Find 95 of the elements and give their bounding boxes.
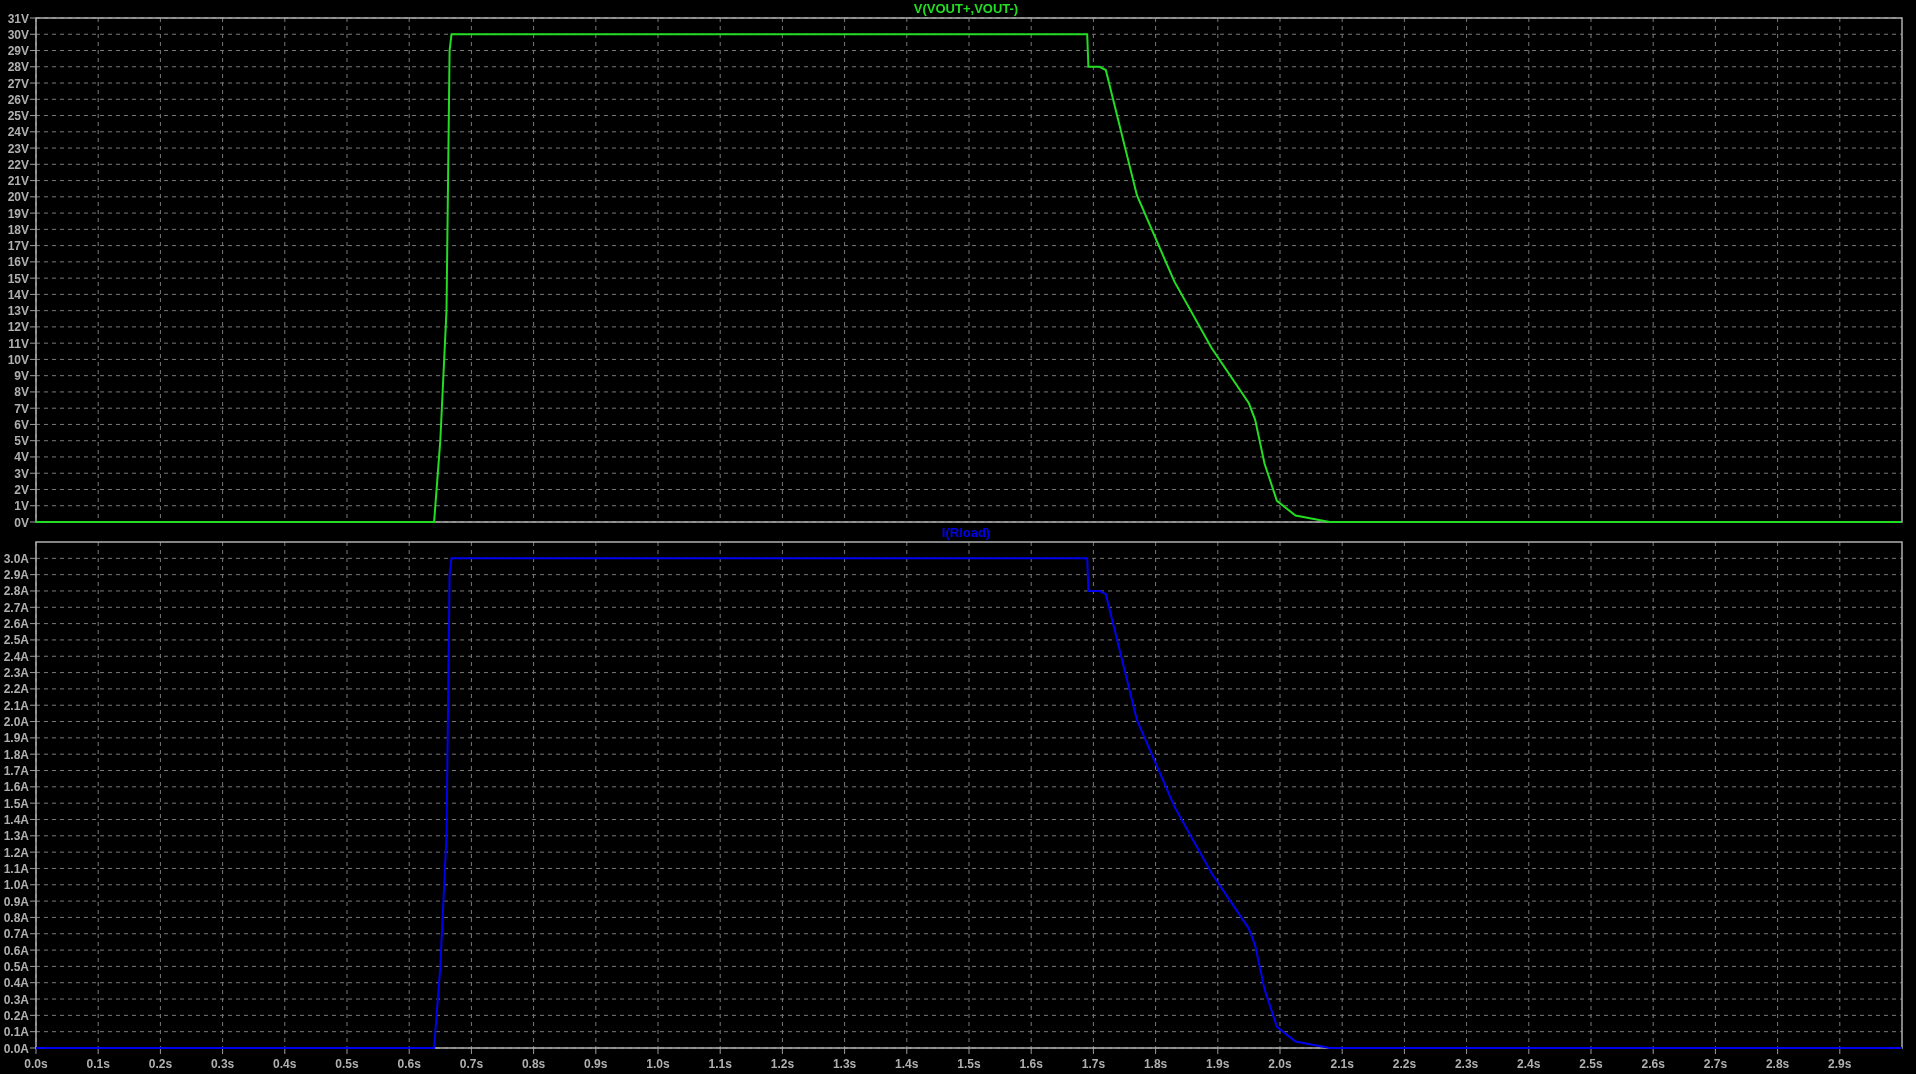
- x-axis-label: 2.1s: [1330, 1057, 1354, 1071]
- x-axis-label: 0.3s: [210, 1057, 235, 1071]
- y-axis-label: 0.6A: [3, 943, 29, 958]
- y-axis-label: 0.2A: [3, 1008, 29, 1023]
- x-axis-label: 1.9s: [1206, 1057, 1230, 1071]
- y-axis-label: 2.5A: [3, 633, 29, 648]
- y-axis-label: 27V: [7, 76, 29, 91]
- y-axis-label: 0V: [14, 515, 29, 530]
- x-axis-label: 2.7s: [1703, 1057, 1728, 1071]
- x-axis-label: 2.3s: [1454, 1057, 1479, 1071]
- y-axis-label: 23V: [7, 141, 29, 156]
- y-axis-label: 1.1A: [3, 861, 29, 876]
- x-axis-label: 1.6s: [1019, 1057, 1043, 1071]
- y-axis-label: 21V: [7, 174, 29, 189]
- y-axis-label: 1.5A: [3, 796, 29, 811]
- x-axis-label: 0.8s: [521, 1057, 546, 1071]
- y-axis-label: 0.9A: [3, 894, 29, 909]
- y-axis-label: 0.0A: [3, 1041, 29, 1056]
- y-axis-label: 29V: [7, 44, 29, 58]
- x-axis-label: 0.6s: [397, 1057, 421, 1071]
- y-axis-label: 2.9A: [3, 568, 29, 583]
- y-axis-label: 0.7A: [3, 927, 29, 942]
- x-axis-label: 1.3s: [832, 1057, 857, 1071]
- y-axis-label: 2V: [14, 483, 29, 497]
- x-axis-label: 1.4s: [895, 1057, 919, 1071]
- y-axis-label: 2.8A: [3, 584, 29, 599]
- y-axis-label: 0.8A: [3, 910, 29, 925]
- y-axis-label: 14V: [7, 287, 29, 302]
- y-axis-label: 1.7A: [3, 764, 29, 778]
- x-axis-label: 0.4s: [273, 1057, 297, 1071]
- y-axis-label: 1.3A: [3, 829, 29, 844]
- y-axis-label: 2.3A: [3, 666, 29, 681]
- x-axis-label: 0.7s: [459, 1057, 484, 1071]
- y-axis-label: 1.6A: [3, 780, 29, 795]
- y-axis-label: 2.0A: [3, 715, 29, 730]
- y-axis-label: 1.4A: [3, 813, 29, 827]
- y-axis-label: 3.0A: [3, 551, 29, 566]
- y-axis-label: 10V: [7, 352, 29, 367]
- y-axis-label: 11V: [8, 336, 29, 351]
- y-axis-label: 3V: [14, 466, 29, 481]
- y-axis-label: 1.0A: [3, 878, 29, 893]
- y-axis-label: 0.5A: [3, 959, 29, 974]
- y-axis-label: 2.1A: [3, 698, 29, 713]
- x-axis-label: 2.9s: [1828, 1057, 1852, 1071]
- y-axis-label: 9V: [14, 369, 29, 384]
- x-axis-label: 0.9s: [584, 1057, 608, 1071]
- x-axis-label: 0.1s: [86, 1057, 110, 1071]
- x-axis-label: 0.2s: [148, 1057, 173, 1071]
- y-axis-label: 13V: [7, 304, 29, 319]
- y-axis-label: 22V: [7, 157, 29, 172]
- y-axis-label: 15V: [7, 271, 29, 286]
- y-axis-label: 0.3A: [3, 992, 29, 1007]
- y-axis-label: 12V: [7, 320, 29, 335]
- y-axis-label: 2.7A: [3, 600, 29, 615]
- y-axis-label: 2.4A: [3, 649, 29, 664]
- x-axis-label: 0.5s: [335, 1057, 359, 1071]
- y-axis-label: 0.1A: [3, 1025, 29, 1040]
- y-axis-label: 1.8A: [3, 747, 29, 762]
- y-axis-label: 7V: [14, 401, 29, 416]
- y-axis-label: 25V: [7, 109, 29, 124]
- x-axis-label: 2.4s: [1517, 1057, 1541, 1071]
- x-axis-label: 2.6s: [1641, 1057, 1665, 1071]
- y-axis-label: 31V: [7, 11, 29, 26]
- y-axis-label: 30V: [7, 27, 29, 42]
- x-axis-label: 2.8s: [1765, 1057, 1790, 1071]
- y-axis-label: 5V: [14, 434, 29, 449]
- x-axis-label: 1.7s: [1081, 1057, 1106, 1071]
- y-axis-label: 20V: [7, 190, 29, 205]
- x-axis-label: 0.0s: [24, 1057, 48, 1071]
- chart-title: I(Rload): [941, 525, 991, 540]
- y-axis-label: 24V: [7, 125, 29, 140]
- y-axis-label: 19V: [7, 206, 29, 221]
- y-axis-label: 4V: [14, 450, 29, 465]
- x-axis-label: 2.0s: [1268, 1057, 1292, 1071]
- y-axis-label: 28V: [7, 60, 29, 75]
- x-axis-label: 1.8s: [1143, 1057, 1168, 1071]
- y-axis-label: 2.2A: [3, 682, 29, 697]
- x-axis-label: 2.2s: [1392, 1057, 1417, 1071]
- y-axis-label: 2.6A: [3, 617, 29, 632]
- y-axis-label: 1.9A: [3, 731, 29, 746]
- chart-title: V(VOUT+,VOUT-): [913, 1, 1019, 16]
- x-axis-label: 1.0s: [646, 1057, 670, 1071]
- x-axis-label: 1.1s: [708, 1057, 732, 1071]
- y-axis-label: 16V: [7, 255, 29, 270]
- y-axis-label: 6V: [14, 417, 29, 432]
- y-axis-label: 1.2A: [3, 845, 29, 860]
- y-axis-label: 8V: [14, 385, 29, 400]
- x-axis-label: 2.5s: [1579, 1057, 1603, 1071]
- x-axis-label: 1.2s: [770, 1057, 795, 1071]
- y-axis-label: 17V: [7, 239, 29, 254]
- y-axis-label: 18V: [7, 222, 29, 237]
- y-axis-label: 0.4A: [3, 976, 29, 991]
- x-axis-label: 1.5s: [957, 1057, 981, 1071]
- y-axis-label: 1V: [14, 499, 29, 514]
- y-axis-label: 26V: [7, 92, 29, 107]
